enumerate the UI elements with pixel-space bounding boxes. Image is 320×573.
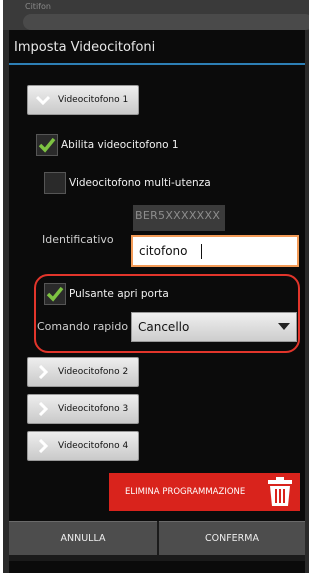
chevron-right-icon	[28, 358, 58, 386]
background-app-text: Citifon	[25, 2, 51, 11]
quick-command-select[interactable]: Cancello	[131, 312, 297, 342]
section-videocitofono-1-button[interactable]: Videocitofono 1	[27, 85, 139, 115]
delete-programming-button[interactable]: ELIMINA PROGRAMMAZIONE	[109, 473, 300, 511]
cancel-button[interactable]: ANNULLA	[9, 521, 157, 555]
section-label: Videocitofono 3	[58, 404, 129, 414]
section-videocitofono-4-button[interactable]: Videocitofono 4	[27, 431, 139, 461]
dialog-title: Imposta Videocitofoni	[14, 40, 156, 55]
section-label: Videocitofono 2	[58, 367, 129, 377]
check-icon	[38, 137, 56, 153]
background-app-bar: Citifon	[3, 0, 309, 30]
settings-dialog: Imposta Videocitofoni Videocitofono 1 Ab…	[9, 30, 305, 573]
door-button-checkbox[interactable]	[44, 283, 66, 305]
background-app-field	[23, 14, 309, 30]
quick-command-label: Comando rapido	[37, 320, 129, 333]
chevron-right-icon	[28, 432, 58, 460]
section-label: Videocitofono 4	[58, 441, 129, 451]
multiuser-checkbox[interactable]	[44, 172, 66, 194]
enable-videocitofono-row[interactable]: Abilita videocitofono 1	[36, 134, 179, 156]
quick-command-value: Cancello	[138, 320, 190, 334]
multiuser-label: Videocitofono multi-utenza	[69, 177, 211, 189]
enable-videocitofono-label: Abilita videocitofono 1	[61, 139, 179, 151]
identifier-input[interactable]	[131, 235, 299, 267]
multiuser-row[interactable]: Videocitofono multi-utenza	[44, 172, 211, 194]
check-icon	[46, 286, 64, 302]
identifier-code: BER5XXXXXXX	[133, 205, 225, 231]
identifier-label: Identificativo	[42, 233, 114, 246]
dropdown-arrow-icon	[272, 323, 296, 331]
section-videocitofono-2-button[interactable]: Videocitofono 2	[27, 357, 139, 387]
title-divider	[9, 63, 305, 65]
text-caret	[201, 244, 202, 259]
section-videocitofono-3-button[interactable]: Videocitofono 3	[27, 394, 139, 424]
app-screen: Citifon Imposta Videocitofoni Videocitof…	[3, 0, 309, 573]
enable-videocitofono-checkbox[interactable]	[36, 134, 58, 156]
confirm-button[interactable]: CONFERMA	[159, 521, 305, 555]
delete-programming-label: ELIMINA PROGRAMMAZIONE	[125, 487, 246, 497]
section-label: Videocitofono 1	[58, 95, 129, 105]
chevron-down-icon	[28, 86, 58, 114]
trash-icon	[260, 473, 300, 511]
door-button-row[interactable]: Pulsante apri porta	[44, 283, 169, 305]
chevron-right-icon	[28, 395, 58, 423]
door-button-label: Pulsante apri porta	[69, 288, 169, 300]
